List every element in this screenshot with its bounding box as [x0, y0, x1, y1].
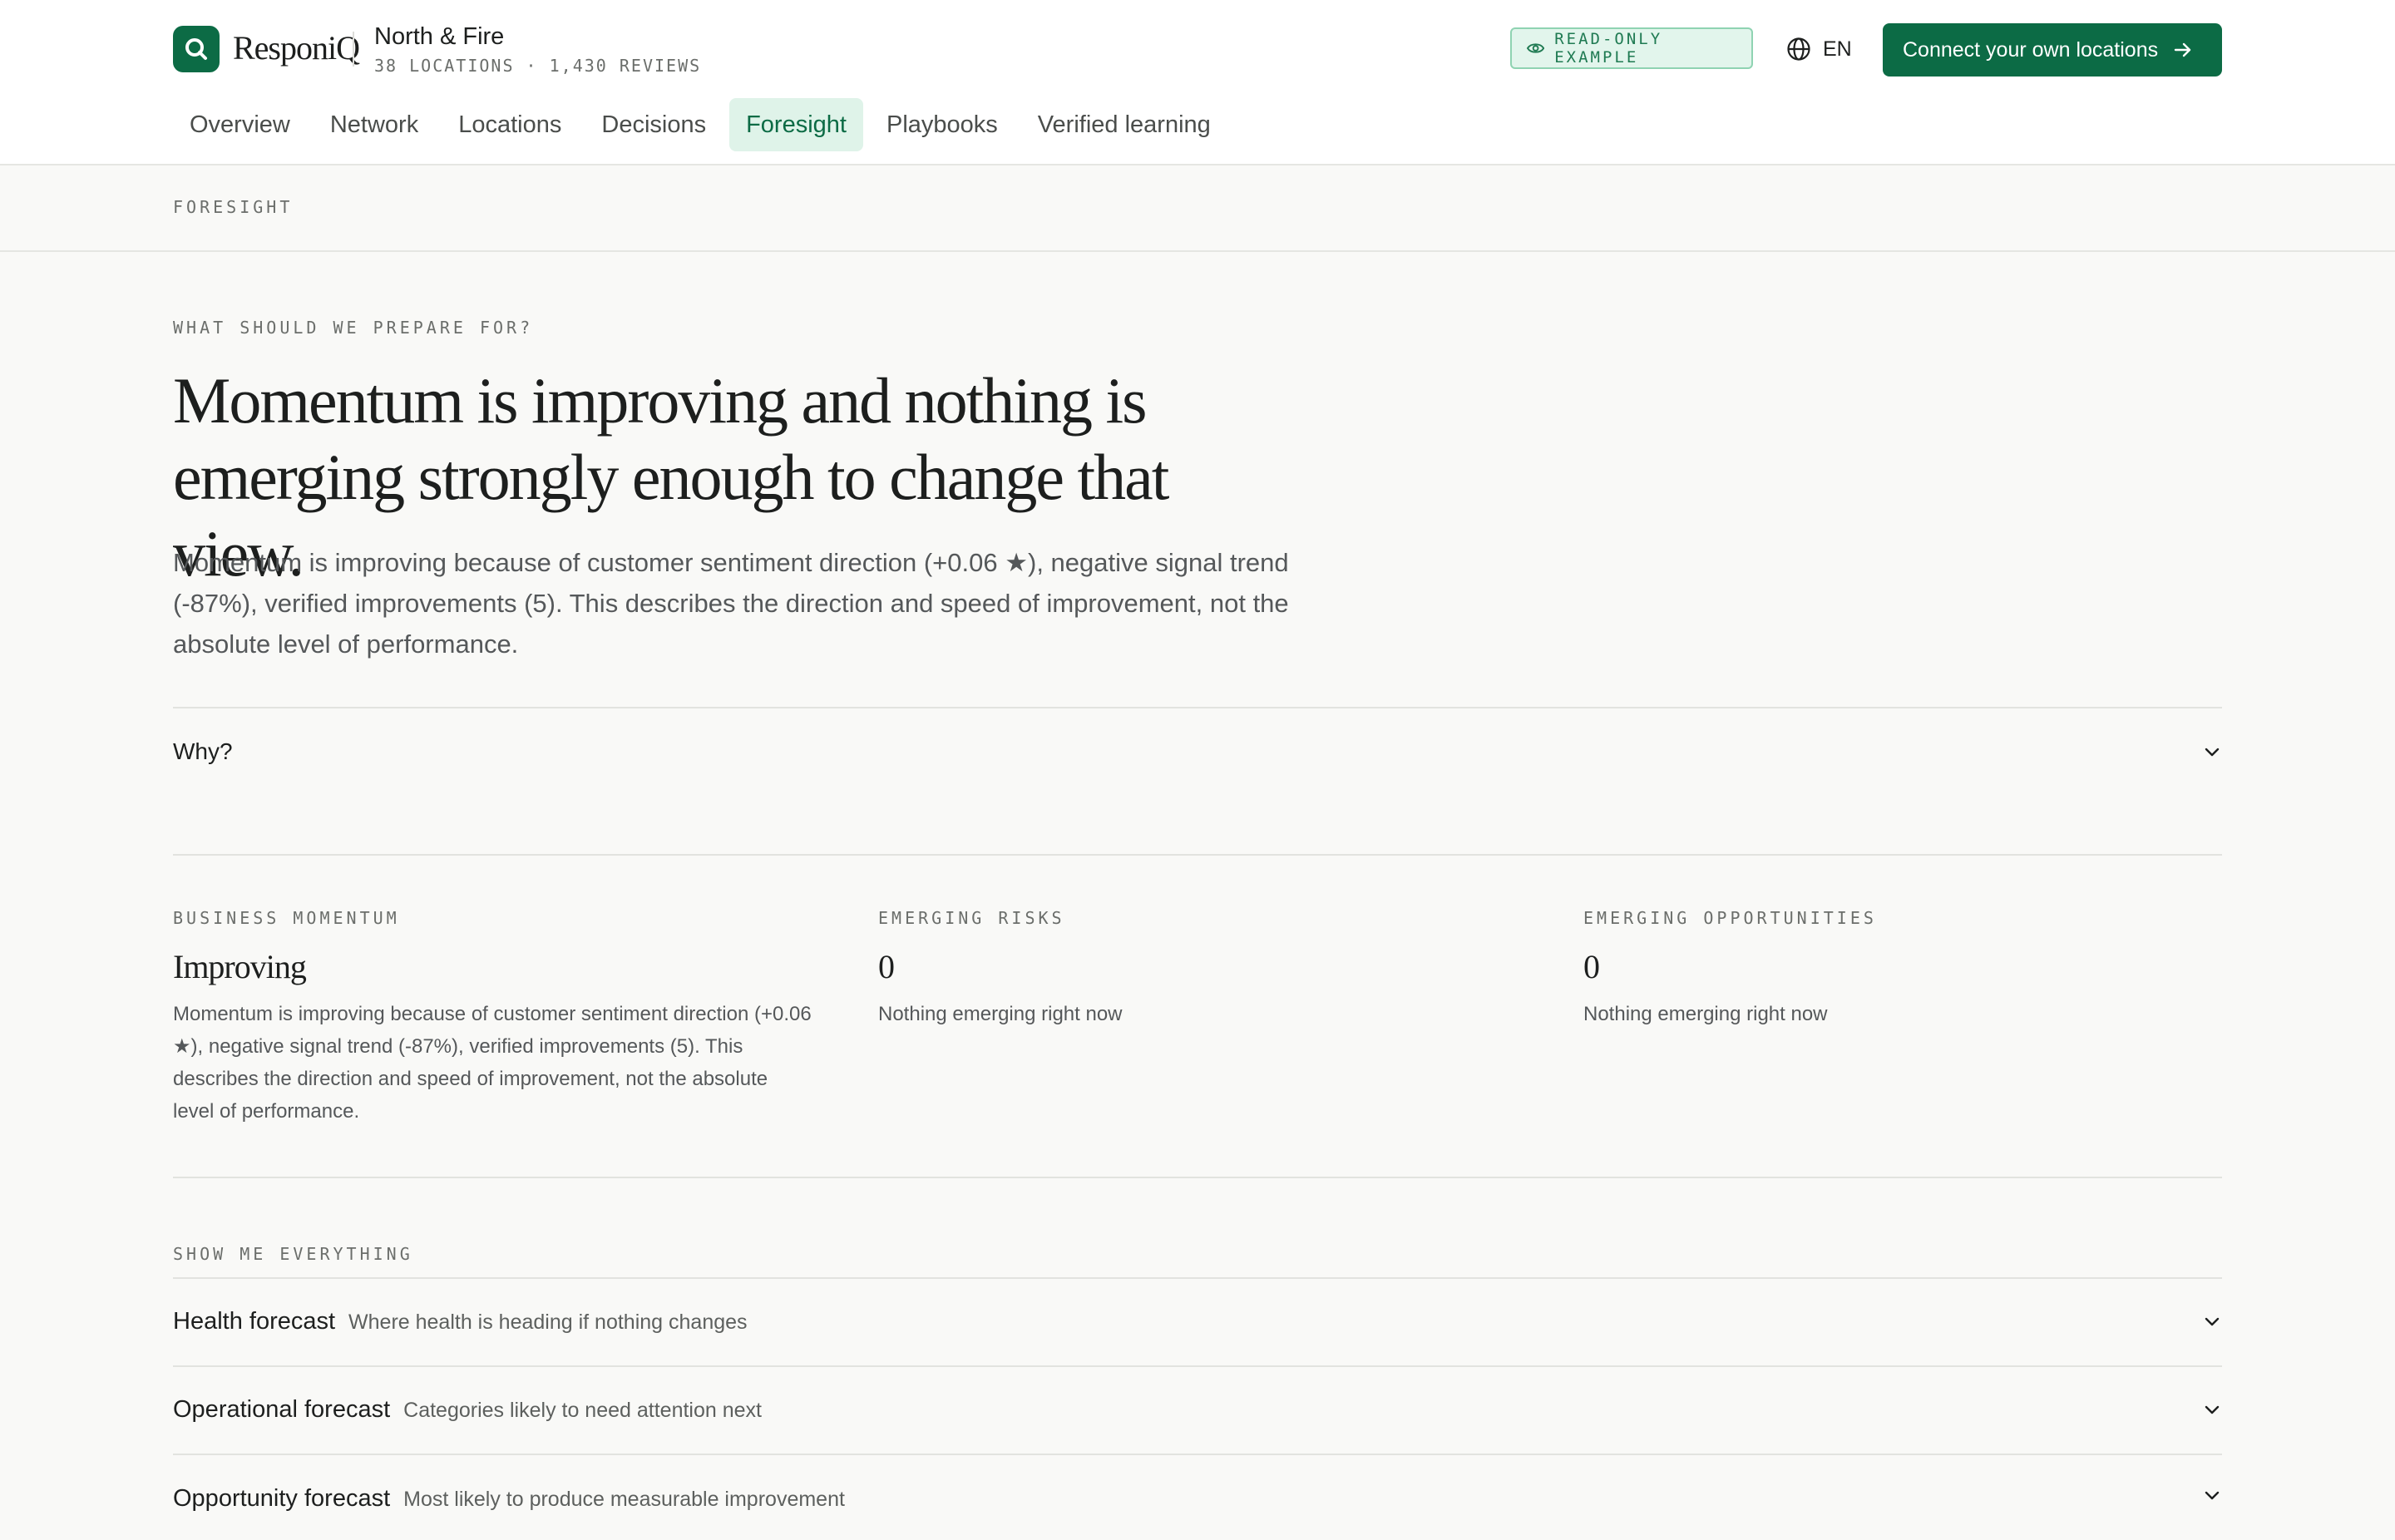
accordion-title: Opportunity forecast — [173, 1485, 391, 1512]
accordion-text: Operational forecast Categories likely t… — [173, 1396, 762, 1424]
brand-divider — [353, 32, 354, 67]
nav-tab-locations[interactable]: Locations — [442, 98, 578, 151]
accordion-opportunity-forecast[interactable]: Opportunity forecast Most likely to prod… — [173, 1454, 2222, 1540]
arrow-right-icon — [2174, 42, 2191, 57]
metric-value: Improving — [173, 948, 307, 985]
eye-icon — [1527, 43, 1545, 53]
org-name: North & Fire — [374, 23, 505, 50]
accordion-title: Health forecast — [173, 1307, 336, 1335]
brand-name[interactable]: ResponiQ — [233, 27, 360, 70]
accordion-title: Operational forecast — [173, 1395, 391, 1423]
hero-description: Momentum is improving because of custome… — [173, 548, 1289, 659]
globe-icon — [1787, 37, 1810, 61]
accordion-subtitle: Categories likely to need attention next — [403, 1398, 762, 1422]
accordion-text: Opportunity forecast Most likely to prod… — [173, 1485, 845, 1513]
read-only-badge: READ-ONLY EXAMPLE — [1510, 27, 1753, 69]
chevron-down-icon — [2205, 1405, 2220, 1414]
nav-tab-foresight[interactable]: Foresight — [729, 98, 863, 151]
metric-label: EMERGING OPPORTUNITIES — [1583, 908, 1877, 928]
metric-value: 0 — [1583, 948, 1600, 985]
chevron-down-icon — [2205, 1317, 2220, 1326]
nav-tab-playbooks[interactable]: Playbooks — [870, 98, 1015, 151]
nav-tab-network[interactable]: Network — [314, 98, 435, 151]
logo-icon[interactable] — [173, 26, 220, 72]
breadcrumb-band: FORESIGHT — [0, 165, 2395, 252]
chevron-down-icon — [2205, 748, 2220, 757]
badge-label: READ-ONLY EXAMPLE — [1554, 30, 1663, 67]
divider — [173, 854, 2222, 856]
metric-emerging-opportunities: EMERGING OPPORTUNITIES 0 Nothing emergin… — [1583, 906, 2224, 1030]
metric-emerging-risks: EMERGING RISKS 0 Nothing emerging right … — [878, 906, 1518, 1030]
language-switcher[interactable]: EN — [1786, 32, 1852, 67]
accordion-health-forecast[interactable]: Health forecast Where health is heading … — [173, 1277, 2222, 1364]
accordion-operational-forecast[interactable]: Operational forecast Categories likely t… — [173, 1365, 2222, 1452]
hero-eyebrow: WHAT SHOULD WE PREPARE FOR? — [173, 318, 534, 338]
metric-label: EMERGING RISKS — [878, 908, 1065, 928]
section-label: SHOW ME EVERYTHING — [173, 1244, 413, 1264]
nav-tab-decisions[interactable]: Decisions — [585, 98, 723, 151]
why-toggle[interactable]: Why? — [173, 708, 2222, 795]
nav-tab-overview[interactable]: Overview — [173, 98, 307, 151]
app-header: ResponiQ North & Fire 38 LOCATIONS · 1,4… — [0, 0, 2395, 165]
nav-tab-verified-learning[interactable]: Verified learning — [1021, 98, 1227, 151]
connect-locations-label: Connect your own locations — [1903, 37, 2159, 62]
metric-description: Nothing emerging right now — [1583, 1003, 1828, 1025]
divider — [173, 1177, 2222, 1178]
accordion-subtitle: Most likely to produce measurable improv… — [403, 1488, 845, 1511]
org-meta: 38 LOCATIONS · 1,430 REVIEWS — [374, 56, 702, 76]
why-label: Why? — [173, 738, 233, 764]
main-nav: Overview Network Locations Decisions For… — [173, 98, 1234, 151]
metric-description: Nothing emerging right now — [878, 1003, 1123, 1025]
breadcrumb: FORESIGHT — [173, 197, 294, 217]
metric-business-momentum: BUSINESS MOMENTUM Improving Momentum is … — [173, 906, 813, 1128]
chevron-down-icon — [2205, 1491, 2220, 1500]
accordion-subtitle: Where health is heading if nothing chang… — [348, 1310, 748, 1334]
language-label: EN — [1823, 37, 1852, 61]
connect-locations-button[interactable]: Connect your own locations — [1883, 23, 2222, 77]
metric-value: 0 — [878, 948, 895, 985]
metric-description: Momentum is improving because of custome… — [173, 1003, 812, 1123]
accordion-text: Health forecast Where health is heading … — [173, 1308, 748, 1335]
metric-label: BUSINESS MOMENTUM — [173, 908, 400, 928]
page-title-line-1: Momentum is improving and nothing is — [173, 364, 1148, 437]
